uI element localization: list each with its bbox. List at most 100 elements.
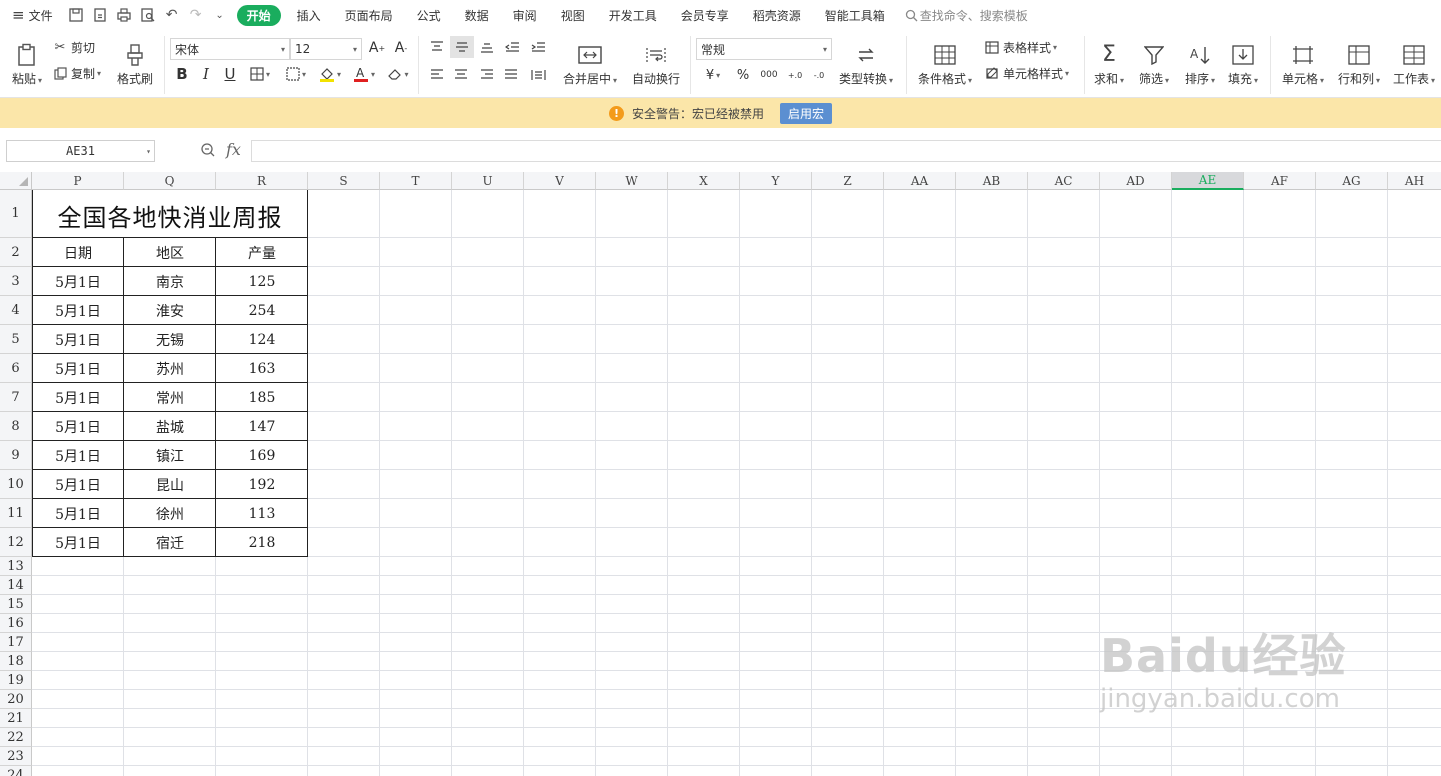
row-header-23[interactable]: 23 [0, 747, 32, 766]
increase-indent-icon[interactable] [528, 38, 548, 56]
format-painter-button[interactable]: 格式刷 [114, 36, 156, 92]
row-header-13[interactable]: 13 [0, 557, 32, 576]
cell-date[interactable]: 5月1日 [32, 528, 124, 557]
row-header-19[interactable]: 19 [0, 671, 32, 690]
sum-button[interactable]: Σ 求和 ▾ [1090, 36, 1128, 92]
table-header-cell[interactable]: 地区 [124, 238, 216, 267]
decrease-indent-icon[interactable] [502, 38, 522, 56]
decrease-font-icon[interactable]: A- [392, 38, 410, 58]
column-header-y[interactable]: Y [740, 172, 812, 190]
type-convert-button[interactable]: 类型转换 ▾ [836, 36, 896, 92]
row-header-17[interactable]: 17 [0, 633, 32, 652]
column-header-u[interactable]: U [452, 172, 524, 190]
row-header-6[interactable]: 6 [0, 354, 32, 383]
row-header-4[interactable]: 4 [0, 296, 32, 325]
column-header-t[interactable]: T [380, 172, 452, 190]
tab-page-layout[interactable]: 页面布局 [333, 7, 405, 24]
align-left-icon[interactable] [428, 66, 446, 84]
cell-date[interactable]: 5月1日 [32, 499, 124, 528]
underline-icon[interactable]: U [222, 64, 238, 84]
column-header-p[interactable]: P [32, 172, 124, 190]
enable-macro-button[interactable]: 启用宏 [780, 102, 833, 124]
cell-region[interactable]: 苏州 [124, 354, 216, 383]
row-header-12[interactable]: 12 [0, 528, 32, 557]
table-title[interactable]: 全国各地快消业周报 [32, 191, 308, 239]
worksheet-button[interactable]: 工作表 ▾ [1390, 36, 1438, 92]
table-header-cell[interactable]: 日期 [32, 238, 124, 267]
cell-button[interactable]: 单元格 ▾ [1278, 36, 1328, 92]
align-right-icon[interactable] [478, 66, 496, 84]
save-icon[interactable] [67, 6, 85, 24]
tab-view[interactable]: 视图 [549, 7, 597, 24]
cell-date[interactable]: 5月1日 [32, 325, 124, 354]
font-name-select[interactable]: 宋体 ▾ [170, 38, 290, 60]
select-all-corner[interactable] [0, 172, 32, 190]
row-header-9[interactable]: 9 [0, 441, 32, 470]
number-format-select[interactable]: 常规 ▾ [696, 38, 832, 60]
paste-button[interactable]: 粘贴 ▾ [8, 36, 46, 92]
export-pdf-icon[interactable] [91, 6, 109, 24]
sort-button[interactable]: A 排序 ▾ [1180, 36, 1220, 92]
cell-date[interactable]: 5月1日 [32, 441, 124, 470]
print-preview-icon[interactable] [139, 6, 157, 24]
cell-output[interactable]: 169 [216, 441, 308, 470]
merge-center-button[interactable]: 合并居中 ▾ [560, 36, 620, 92]
row-header-24[interactable]: 24 [0, 766, 32, 776]
cell-region[interactable]: 徐州 [124, 499, 216, 528]
column-header-s[interactable]: S [308, 172, 380, 190]
column-header-ac[interactable]: AC [1028, 172, 1100, 190]
column-header-af[interactable]: AF [1244, 172, 1316, 190]
font-size-select[interactable]: 12 ▾ [290, 38, 362, 60]
eraser-icon[interactable]: ▾ [384, 64, 412, 84]
currency-button[interactable]: ¥ ▾ [700, 66, 726, 84]
print-icon[interactable] [115, 6, 133, 24]
tab-start[interactable]: 开始 [236, 4, 281, 26]
cell-output[interactable]: 113 [216, 499, 308, 528]
chevron-down-icon[interactable]: ⌄ [211, 6, 229, 24]
column-header-v[interactable]: V [524, 172, 596, 190]
align-top-icon[interactable] [428, 38, 446, 56]
row-header-10[interactable]: 10 [0, 470, 32, 499]
column-header-ae[interactable]: AE [1172, 172, 1244, 190]
tab-docer-resources[interactable]: 稻壳资源 [741, 7, 813, 24]
tab-smart-toolbox[interactable]: 智能工具箱 [813, 7, 897, 24]
tab-member[interactable]: 会员专享 [669, 7, 741, 24]
cell-region[interactable]: 淮安 [124, 296, 216, 325]
cell-output[interactable]: 147 [216, 412, 308, 441]
file-menu[interactable]: ≡ 文件 [0, 6, 59, 24]
cell-region[interactable]: 常州 [124, 383, 216, 412]
cell-output[interactable]: 218 [216, 528, 308, 557]
tab-insert[interactable]: 插入 [285, 7, 333, 24]
row-header-2[interactable]: 2 [0, 238, 32, 267]
copy-button[interactable]: 复制 ▾ [52, 64, 101, 82]
row-header-22[interactable]: 22 [0, 728, 32, 747]
cell-region[interactable]: 盐城 [124, 412, 216, 441]
row-header-5[interactable]: 5 [0, 325, 32, 354]
fill-pattern-icon[interactable]: ▾ [282, 64, 310, 84]
tab-data[interactable]: 数据 [453, 7, 501, 24]
cell-output[interactable]: 254 [216, 296, 308, 325]
cell-date[interactable]: 5月1日 [32, 383, 124, 412]
cell-output[interactable]: 125 [216, 267, 308, 296]
redo-icon[interactable]: ↷ [187, 6, 205, 24]
column-header-aa[interactable]: AA [884, 172, 956, 190]
justify-icon[interactable] [502, 66, 520, 84]
align-middle-icon[interactable] [450, 36, 474, 58]
column-header-w[interactable]: W [596, 172, 668, 190]
column-header-ah[interactable]: AH [1388, 172, 1441, 190]
increase-font-icon[interactable]: A + [368, 38, 386, 58]
column-header-r[interactable]: R [216, 172, 308, 190]
row-header-8[interactable]: 8 [0, 412, 32, 441]
fill-color-icon[interactable]: ▾ [316, 64, 344, 84]
fx-icon[interactable]: fx [226, 140, 241, 159]
distributed-icon[interactable] [528, 66, 548, 84]
cell-date[interactable]: 5月1日 [32, 296, 124, 325]
cell-date[interactable]: 5月1日 [32, 354, 124, 383]
table-header-cell[interactable]: 产量 [216, 238, 308, 267]
cell-output[interactable]: 124 [216, 325, 308, 354]
row-header-16[interactable]: 16 [0, 614, 32, 633]
cell-date[interactable]: 5月1日 [32, 412, 124, 441]
border-icon[interactable]: ▾ [246, 64, 274, 84]
row-header-14[interactable]: 14 [0, 576, 32, 595]
tab-formulas[interactable]: 公式 [405, 7, 453, 24]
